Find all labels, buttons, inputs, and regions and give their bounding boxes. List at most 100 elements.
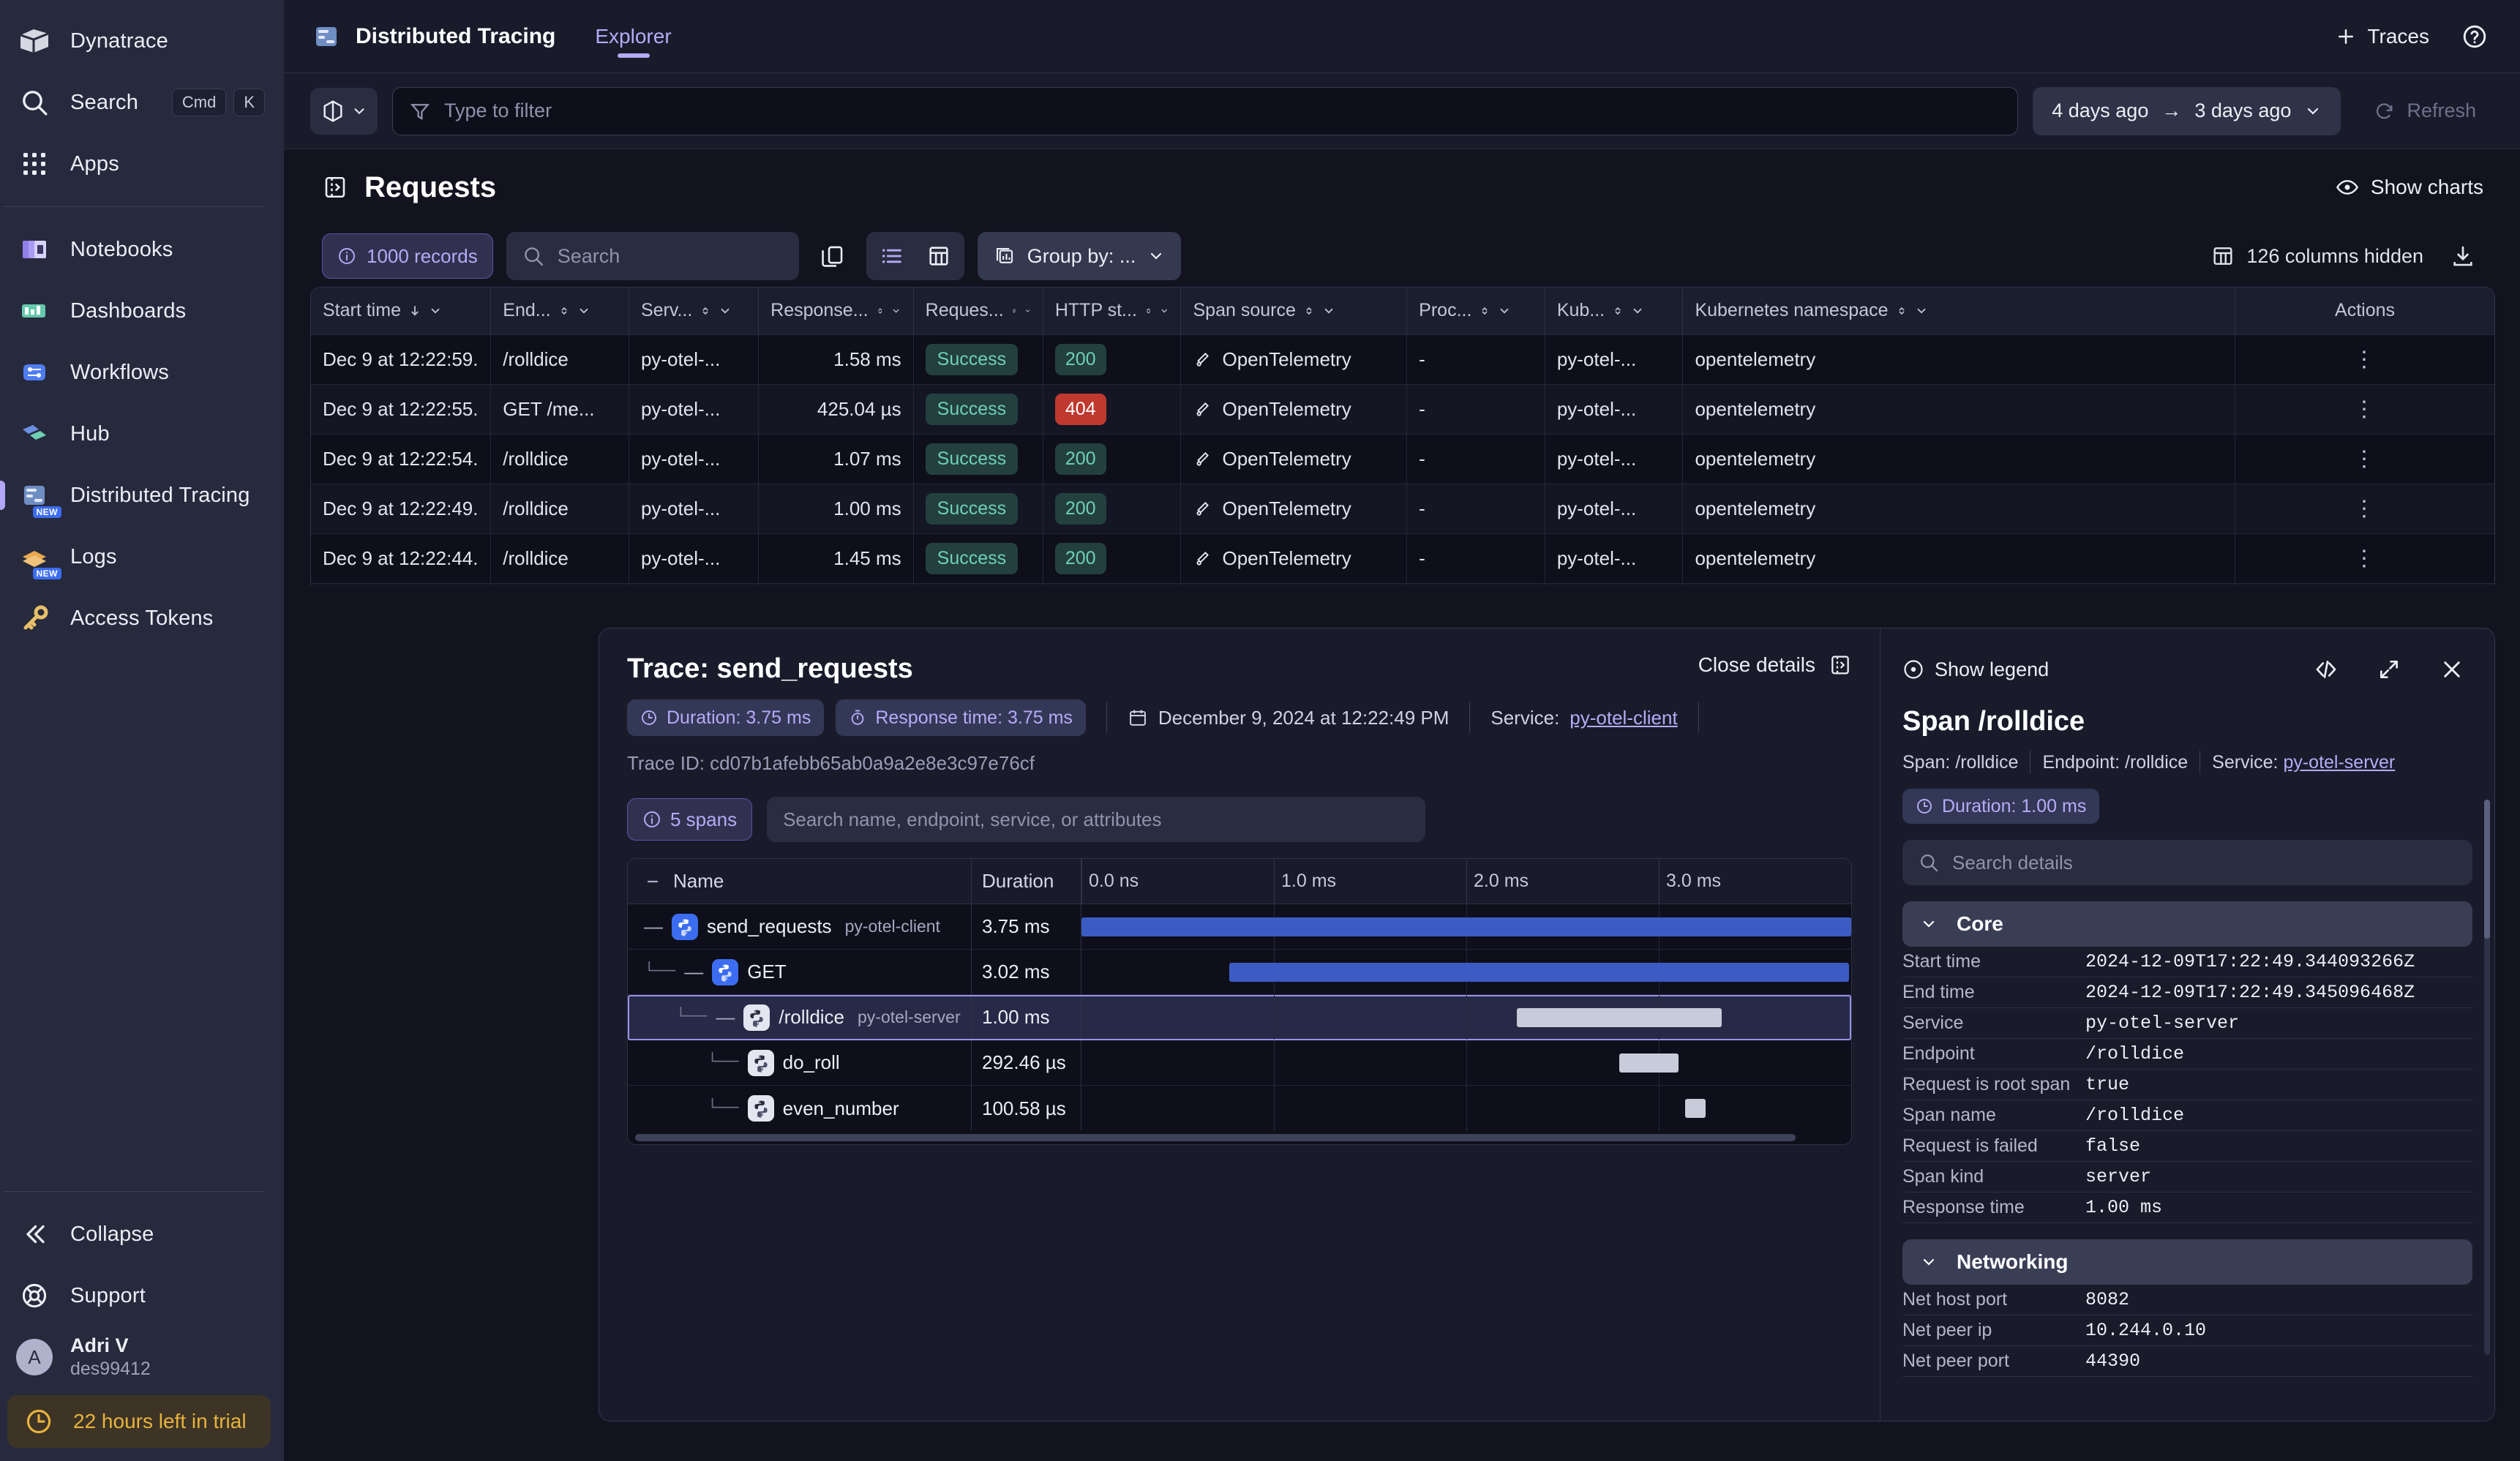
help-circle-icon[interactable] bbox=[2454, 16, 2495, 57]
span-detail-scrollbar[interactable] bbox=[2484, 800, 2490, 1355]
waterfall-row[interactable]: —send_requestspy-otel-client3.75 ms bbox=[628, 904, 1851, 950]
refresh-button[interactable]: Refresh bbox=[2355, 87, 2495, 135]
sidebar-item-apps[interactable]: Apps bbox=[0, 133, 284, 195]
sidebar-brand-label: Dynatrace bbox=[70, 29, 168, 53]
search-input[interactable]: Search bbox=[506, 232, 799, 280]
info-icon bbox=[642, 810, 661, 829]
sidebar-item-dashboards[interactable]: Dashboards bbox=[0, 280, 284, 342]
list-view-button[interactable] bbox=[869, 235, 915, 277]
expand-toggle[interactable]: — bbox=[644, 915, 663, 938]
col-endpoint[interactable]: End... bbox=[491, 288, 629, 334]
span-bar[interactable] bbox=[1229, 963, 1849, 982]
trace-response-chip: Response time: 3.75 ms bbox=[836, 699, 1086, 736]
code-icon[interactable] bbox=[2306, 649, 2347, 690]
table-row[interactable]: Dec 9 at 12:22:54./rolldicepy-otel-...1.… bbox=[311, 434, 2494, 484]
table-row[interactable]: Dec 9 at 12:22:55.GET /me...py-otel-...4… bbox=[311, 384, 2494, 434]
show-legend-button[interactable]: Show legend bbox=[1902, 658, 2049, 681]
download-icon[interactable] bbox=[2442, 236, 2483, 277]
span-bar[interactable] bbox=[1619, 1054, 1679, 1073]
close-icon[interactable] bbox=[2431, 649, 2472, 690]
row-actions-button[interactable]: ⋮ bbox=[2235, 583, 2494, 585]
sidebar-item-notebooks[interactable]: Notebooks bbox=[0, 219, 284, 280]
span-details-search-input[interactable]: Search details bbox=[1902, 840, 2472, 885]
status-badge: Success bbox=[926, 493, 1018, 525]
sidebar-collapse-button[interactable]: Collapse bbox=[0, 1203, 284, 1265]
sort-icon bbox=[700, 304, 711, 318]
table-row[interactable]: Dec 9 at 12:22:39./rolldicepy-otel-...89… bbox=[311, 583, 2494, 585]
span-meta-service-link[interactable]: py-otel-server bbox=[2283, 752, 2395, 773]
col-service[interactable]: Serv... bbox=[629, 288, 758, 334]
refresh-icon bbox=[2374, 101, 2395, 121]
col-http-status[interactable]: HTTP st... bbox=[1043, 288, 1181, 334]
col-response-time[interactable]: Response... bbox=[759, 288, 914, 334]
spans-count-pill[interactable]: 5 spans bbox=[627, 798, 752, 841]
waterfall-row[interactable]: └──—/rolldicepy-otel-server1.00 ms bbox=[628, 995, 1851, 1040]
waterfall-row[interactable]: └──even_number100.58 µs bbox=[628, 1086, 1851, 1131]
group-by-selector[interactable]: Group by: ... bbox=[978, 232, 1182, 280]
cell-process: - bbox=[1407, 533, 1545, 583]
row-actions-button[interactable]: ⋮ bbox=[2235, 384, 2494, 434]
sidebar-item-hub[interactable]: Hub bbox=[0, 403, 284, 465]
table-view-button[interactable] bbox=[916, 235, 961, 277]
table-row[interactable]: Dec 9 at 12:22:44./rolldicepy-otel-...1.… bbox=[311, 533, 2494, 583]
gridline bbox=[1274, 1040, 1275, 1085]
waterfall-hscrollbar[interactable] bbox=[628, 1131, 1851, 1144]
scroll-thumb[interactable] bbox=[2484, 800, 2490, 939]
cell-span-source: OpenTelemetry bbox=[1181, 434, 1407, 484]
expand-toggle[interactable]: — bbox=[716, 1006, 735, 1029]
scroll-thumb[interactable] bbox=[635, 1134, 1796, 1141]
section-header[interactable]: Networking bbox=[1902, 1239, 2472, 1285]
waterfall-row[interactable]: └──do_roll292.46 µs bbox=[628, 1040, 1851, 1086]
columns-hidden-button[interactable]: 126 columns hidden bbox=[2211, 244, 2423, 268]
divider bbox=[1106, 702, 1107, 733]
cell-service: py-otel-... bbox=[629, 484, 758, 533]
table-row[interactable]: Dec 9 at 12:22:49./rolldicepy-otel-...1.… bbox=[311, 484, 2494, 533]
col-start-time[interactable]: Start time bbox=[311, 288, 491, 334]
sidebar-user[interactable]: A Adri V des99412 bbox=[0, 1326, 284, 1388]
col-process[interactable]: Proc... bbox=[1407, 288, 1545, 334]
sidebar-item-workflows[interactable]: Workflows bbox=[0, 342, 284, 403]
add-traces-button[interactable]: Traces bbox=[2335, 25, 2429, 48]
show-charts-button[interactable]: Show charts bbox=[2336, 176, 2483, 199]
trace-details-panel: Trace: send_requests Close details Durat… bbox=[599, 628, 2495, 1421]
cell-kubernetes-namespace: opentelemetry bbox=[1683, 434, 2235, 484]
section-header[interactable]: Core bbox=[1902, 901, 2472, 947]
span-search-placeholder: Search name, endpoint, service, or attri… bbox=[783, 808, 1161, 831]
span-bar[interactable] bbox=[1081, 917, 1851, 936]
expand-icon[interactable] bbox=[2369, 649, 2410, 690]
trace-title-row: Trace: send_requests Close details bbox=[627, 653, 1852, 685]
span-search-input[interactable]: Search name, endpoint, service, or attri… bbox=[767, 797, 1425, 842]
span-bar[interactable] bbox=[1517, 1008, 1722, 1027]
col-span-source[interactable]: Span source bbox=[1181, 288, 1407, 334]
tab-explorer[interactable]: Explorer bbox=[588, 0, 678, 72]
span-bar[interactable] bbox=[1685, 1099, 1706, 1118]
filter-input[interactable]: Type to filter bbox=[392, 87, 2018, 135]
sidebar-item-distributed-tracing[interactable]: NEW Distributed Tracing bbox=[0, 465, 284, 526]
span-source-label: OpenTelemetry bbox=[1222, 348, 1351, 371]
sidebar-brand[interactable]: Dynatrace bbox=[0, 10, 284, 72]
cell-kubernetes: py-otel-... bbox=[1545, 384, 1683, 434]
row-actions-button[interactable]: ⋮ bbox=[2235, 484, 2494, 533]
records-count-pill[interactable]: 1000 records bbox=[322, 233, 493, 279]
sidebar-item-logs[interactable]: NEW Logs bbox=[0, 526, 284, 587]
time-range-selector[interactable]: 4 days ago → 3 days ago bbox=[2033, 87, 2341, 135]
data-source-selector[interactable] bbox=[310, 88, 378, 135]
row-actions-button[interactable]: ⋮ bbox=[2235, 434, 2494, 484]
row-actions-button[interactable]: ⋮ bbox=[2235, 334, 2494, 384]
copy-icon[interactable] bbox=[812, 236, 853, 277]
sidebar-item-access-tokens[interactable]: Access Tokens bbox=[0, 587, 284, 649]
sidebar-item-search[interactable]: Search Cmd K bbox=[0, 72, 284, 133]
col-request-status[interactable]: Reques... bbox=[913, 288, 1043, 334]
col-kubernetes-namespace[interactable]: Kubernetes namespace bbox=[1683, 288, 2235, 334]
span-detail-pane: Show legend Spa bbox=[1880, 628, 2494, 1421]
table-row[interactable]: Dec 9 at 12:22:59./rolldicepy-otel-...1.… bbox=[311, 334, 2494, 384]
gridline bbox=[1466, 1040, 1467, 1085]
close-details-button[interactable]: Close details bbox=[1698, 653, 1852, 677]
trial-banner[interactable]: 22 hours left in trial bbox=[7, 1395, 271, 1448]
row-actions-button[interactable]: ⋮ bbox=[2235, 533, 2494, 583]
col-kubernetes[interactable]: Kub... bbox=[1545, 288, 1683, 334]
waterfall-row[interactable]: └──—GET3.02 ms bbox=[628, 950, 1851, 995]
expand-toggle[interactable]: — bbox=[684, 961, 703, 983]
trace-service-link[interactable]: py-otel-client bbox=[1570, 707, 1677, 729]
sidebar-support-button[interactable]: Support bbox=[0, 1265, 284, 1326]
